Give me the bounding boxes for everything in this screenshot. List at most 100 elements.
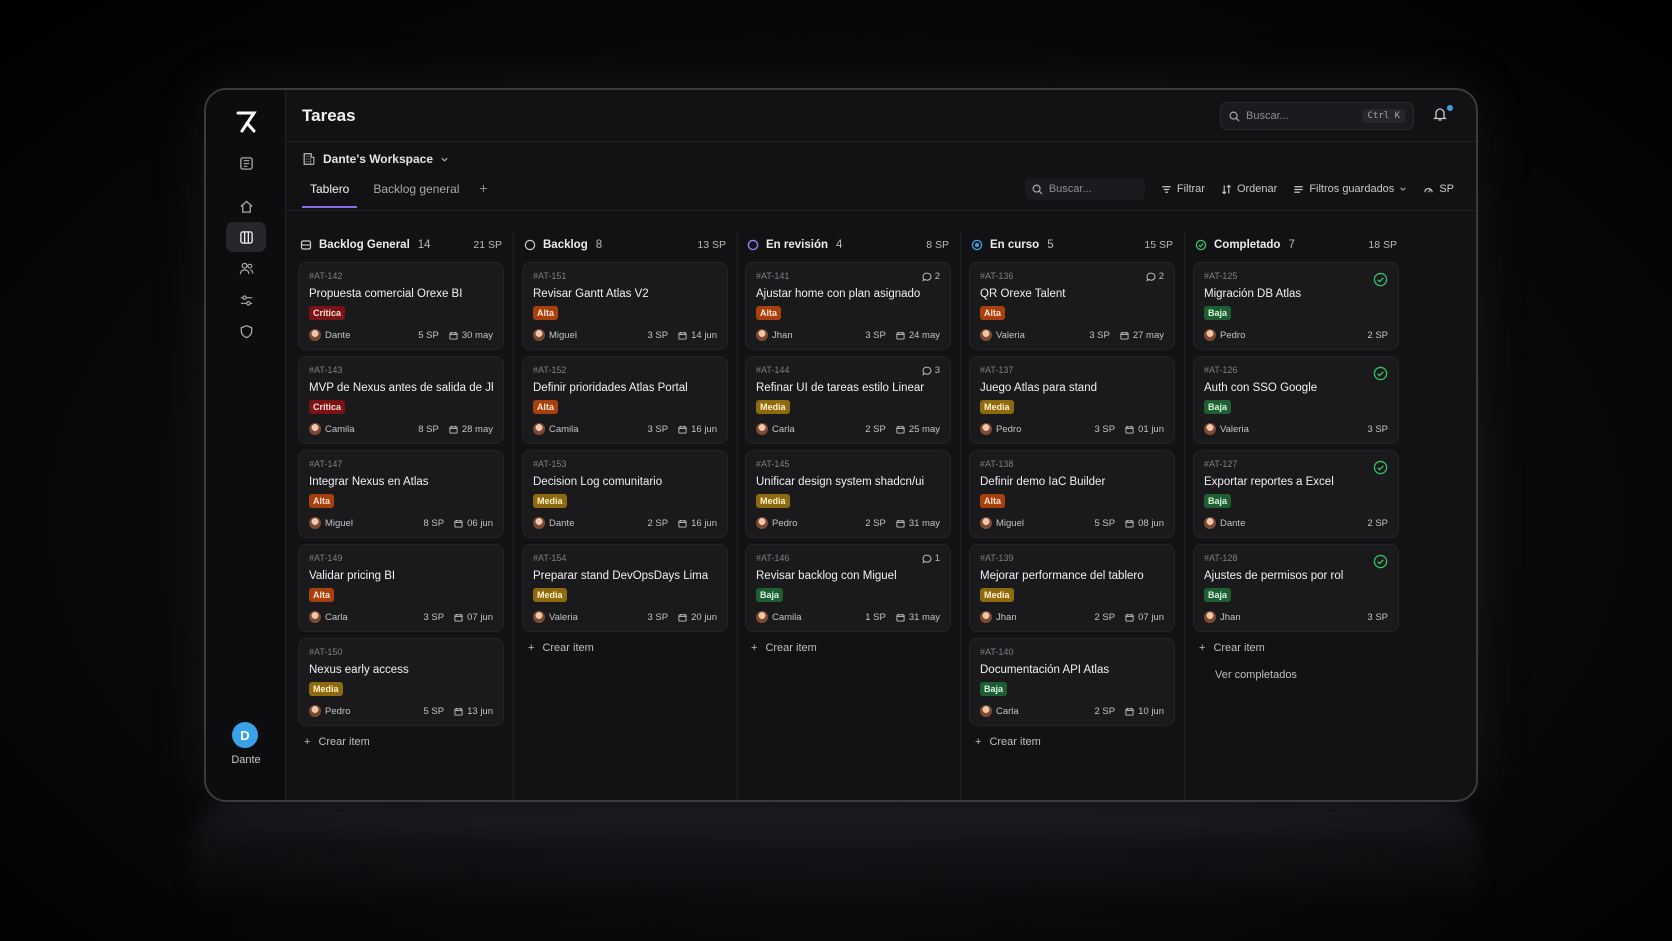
task-card[interactable]: #AT-142 Propuesta comercial Orexe BI Críti…: [298, 262, 504, 350]
app-logo-icon[interactable]: [228, 104, 264, 140]
column-story-points: 18 SP: [1368, 239, 1397, 251]
calendar-icon: [1125, 613, 1134, 622]
task-card[interactable]: #AT-146 Revisar backlog con Miguel Baja Cam…: [745, 544, 951, 632]
due-date: 27 may: [1120, 330, 1164, 341]
task-id: #AT-146: [756, 553, 790, 563]
task-card[interactable]: #AT-154 Preparar stand DevOpsDays Lima Med…: [522, 544, 728, 632]
task-card[interactable]: #AT-151 Revisar Gantt Atlas V2 Alta Miguel 3…: [522, 262, 728, 350]
task-card[interactable]: #AT-139 Mejorar performance del tablero Me…: [969, 544, 1175, 632]
task-card[interactable]: #AT-127 Exportar reportes a Excel Baja Dant…: [1193, 450, 1399, 538]
task-card[interactable]: #AT-153 Decision Log comunitario Media Dant…: [522, 450, 728, 538]
create-item-button[interactable]: + Crear item: [751, 642, 817, 654]
bell-icon: [1433, 108, 1447, 121]
comment-count[interactable]: 2: [922, 271, 940, 282]
task-id: #AT-128: [1204, 553, 1238, 563]
task-card[interactable]: #AT-147 Integrar Nexus en Atlas Alta Miguel…: [298, 450, 504, 538]
due-date-text: 10 jun: [1138, 705, 1164, 717]
avatar[interactable]: D: [232, 722, 258, 748]
due-date-text: 14 jun: [691, 329, 717, 341]
column-header[interactable]: En revisión 4 8 SP: [741, 236, 955, 254]
sidebar-item-security[interactable]: [226, 316, 266, 346]
task-story-points: 3 SP: [1367, 611, 1388, 623]
search-icon: [1229, 111, 1240, 122]
sidebar-item-settings[interactable]: [226, 285, 266, 315]
task-card[interactable]: #AT-137 Juego Atlas para stand Media Pedro 3…: [969, 356, 1175, 444]
tab-tablero[interactable]: Tablero: [302, 178, 358, 208]
sidebar-item-team[interactable]: [226, 253, 266, 283]
shield-icon: [240, 324, 252, 338]
filter-button[interactable]: Filtrar: [1161, 183, 1205, 195]
comment-count[interactable]: 1: [922, 553, 940, 564]
list-icon: [1294, 185, 1303, 193]
task-card[interactable]: #AT-150 Nexus early access Media Pedro 5 SP 1…: [298, 638, 504, 726]
comment-count[interactable]: 3: [922, 365, 940, 376]
comment-count[interactable]: 2: [1146, 271, 1164, 282]
column-header[interactable]: En curso 5 15 SP: [965, 236, 1179, 254]
board-search-input[interactable]: Buscar...: [1024, 178, 1145, 200]
workspace-selector[interactable]: Dante's Workspace: [302, 148, 449, 170]
due-date-text: 08 jun: [1138, 517, 1164, 529]
comment-icon: [1146, 272, 1156, 282]
saved-filters-dropdown[interactable]: Filtros guardados: [1293, 183, 1407, 195]
create-item-button[interactable]: + Crear item: [1199, 642, 1265, 654]
sidebar-item-home[interactable]: [226, 191, 266, 221]
sidebar-item-documents[interactable]: [226, 148, 266, 178]
add-tab-button[interactable]: +: [475, 178, 491, 198]
create-item-button[interactable]: + Crear item: [304, 736, 370, 748]
task-story-points: 8 SP: [418, 423, 439, 435]
notifications-button[interactable]: [1432, 105, 1453, 126]
due-date: 31 may: [896, 518, 940, 529]
task-id: #AT-154: [533, 553, 567, 563]
column-header[interactable]: Completado 7 18 SP: [1189, 236, 1403, 254]
task-card[interactable]: #AT-141 Ajustar home con plan asignado Alt…: [745, 262, 951, 350]
task-card[interactable]: #AT-144 Refinar UI de tareas estilo Linea…: [745, 356, 951, 444]
task-card[interactable]: #AT-149 Validar pricing BI Alta Carla 3 SP 07…: [298, 544, 504, 632]
assignee-avatar: [980, 517, 992, 529]
story-points-toggle[interactable]: SP: [1423, 183, 1454, 195]
assignee-name: Pedro: [1220, 329, 1246, 341]
task-card[interactable]: #AT-128 Ajustes de permisos por rol Baja Jh…: [1193, 544, 1399, 632]
task-story-points: 2 SP: [865, 423, 886, 435]
task-footer: Valeria 3 SP 20 jun: [533, 610, 717, 624]
due-date-text: 16 jun: [691, 517, 717, 529]
due-date-text: 07 jun: [467, 611, 493, 623]
see-completed-link[interactable]: Ver completados: [1215, 669, 1297, 681]
column-count: 8: [595, 239, 603, 251]
priority-badge: Baja: [1204, 494, 1232, 508]
column-title: En revisión: [766, 239, 828, 251]
due-date-text: 16 jun: [691, 423, 717, 435]
task-id: #AT-151: [533, 271, 567, 281]
create-item-button[interactable]: + Crear item: [975, 736, 1041, 748]
sort-button[interactable]: Ordenar: [1221, 183, 1277, 195]
home-icon: [239, 199, 253, 213]
column-title: Backlog General: [319, 239, 410, 251]
comment-icon: [922, 366, 932, 376]
task-story-points: 3 SP: [647, 329, 669, 341]
task-card[interactable]: #AT-152 Definir prioridades Atlas Portal A…: [522, 356, 728, 444]
task-card[interactable]: #AT-125 Migración DB Atlas Baja Pedro 2 SP: [1193, 262, 1399, 350]
task-card[interactable]: #AT-136 QR Orexe Talent Alta Valeria 3 SP 27 …: [969, 262, 1175, 350]
task-card[interactable]: #AT-138 Definir demo IaC Builder Alta Migue…: [969, 450, 1175, 538]
column-count: 7: [1288, 239, 1295, 251]
calendar-icon: [449, 425, 458, 434]
tab-backlog-general[interactable]: Backlog general: [365, 178, 467, 206]
global-search-input[interactable]: Buscar... Ctrl K: [1220, 102, 1414, 130]
create-item-button[interactable]: + Crear item: [528, 642, 594, 654]
task-card[interactable]: #AT-145 Unificar design system shadcn/ui M…: [745, 450, 951, 538]
priority-badge: Alta: [533, 400, 559, 414]
task-story-points: 3 SP: [647, 423, 669, 435]
due-date-text: 01 jun: [1138, 423, 1164, 435]
due-date: 28 may: [449, 424, 493, 435]
sidebar-item-board[interactable]: [226, 222, 266, 252]
task-title: Validar pricing BI: [309, 570, 396, 582]
sidebar-rail: D Dante: [206, 90, 286, 800]
task-card[interactable]: #AT-143 MVP de Nexus antes de salida de J…: [298, 356, 504, 444]
task-story-points: 3 SP: [1094, 423, 1116, 435]
column-header[interactable]: Backlog General 14 21 SP: [294, 236, 508, 254]
calendar-icon: [678, 425, 687, 434]
due-date-text: 07 jun: [1138, 611, 1164, 623]
task-card[interactable]: #AT-140 Documentación API Atlas Baja Carla 2…: [969, 638, 1175, 726]
column-header[interactable]: Backlog 8 13 SP: [518, 236, 732, 254]
task-story-points: 2 SP: [1367, 329, 1388, 341]
task-card[interactable]: #AT-126 Auth con SSO Google Baja Valeria 3 S…: [1193, 356, 1399, 444]
